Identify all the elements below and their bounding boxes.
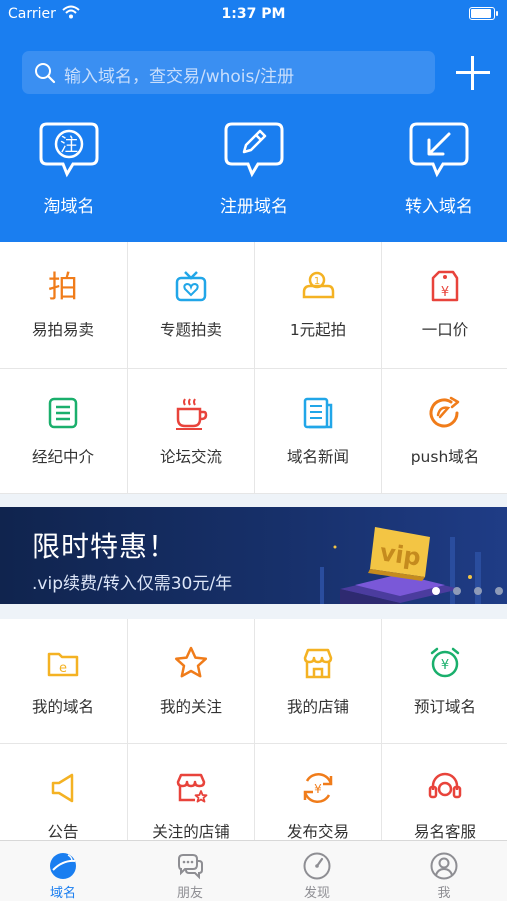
svg-text:注: 注 bbox=[60, 135, 78, 156]
followed-shops[interactable]: 关注的店铺 bbox=[128, 744, 254, 840]
my-item-label: 发布交易 bbox=[286, 823, 349, 840]
service-label: push域名 bbox=[410, 448, 480, 466]
my-item-label: 我的关注 bbox=[159, 698, 222, 716]
list-icon bbox=[48, 397, 78, 429]
banner-title: 限时特惠！ bbox=[32, 530, 178, 563]
svg-text:拍: 拍 bbox=[48, 270, 78, 304]
auction-icon: 拍 bbox=[48, 270, 78, 304]
push-icon bbox=[429, 396, 460, 428]
service-push[interactable]: push域名 bbox=[382, 369, 507, 493]
headset-icon bbox=[428, 772, 462, 799]
tab-label: 域名 bbox=[49, 886, 76, 901]
service-one-yuan[interactable]: 1 1元起拍 bbox=[255, 242, 381, 366]
status-bar: Carrier 1:37 PM bbox=[0, 0, 507, 28]
coffee-cup-icon bbox=[176, 398, 208, 430]
service-forum[interactable]: 论坛交流 bbox=[128, 369, 254, 493]
svg-text:¥: ¥ bbox=[314, 782, 322, 796]
my-domains[interactable]: e 我的域名 bbox=[0, 619, 126, 743]
service-label: 经纪中介 bbox=[31, 448, 94, 466]
search-input[interactable]: 输入域名，查交易/whois/注册 bbox=[22, 51, 435, 94]
heart-box-icon bbox=[175, 271, 207, 302]
banner-subtitle: .vip续费/转入仅需30元/年 bbox=[32, 574, 233, 594]
service-easy-auction[interactable]: 拍 易拍易卖 bbox=[0, 242, 126, 366]
customer-service[interactable]: 易名客服 bbox=[382, 744, 507, 840]
user-icon bbox=[430, 852, 458, 880]
folder-e-icon: e bbox=[47, 652, 79, 677]
tab-me[interactable]: 我 bbox=[381, 841, 507, 901]
clock: 1:37 PM bbox=[221, 6, 286, 22]
quick-action-tao[interactable]: 注 淘域名 bbox=[0, 120, 139, 217]
shop-star-icon bbox=[176, 773, 208, 803]
tab-domains[interactable]: 域名 bbox=[0, 841, 126, 901]
banner-pager-dot[interactable] bbox=[432, 587, 440, 595]
svg-text:1: 1 bbox=[314, 276, 320, 287]
reserve-domain[interactable]: ¥ 预订域名 bbox=[382, 619, 507, 743]
price-tag-icon: ¥ bbox=[431, 270, 459, 302]
add-button[interactable] bbox=[456, 56, 490, 90]
my-item-label: 关注的店铺 bbox=[152, 823, 230, 840]
search-placeholder: 输入域名，查交易/whois/注册 bbox=[64, 67, 295, 87]
tao-icon: 注 bbox=[39, 122, 99, 178]
banner-pager-dot[interactable] bbox=[474, 587, 482, 595]
service-label: 域名新闻 bbox=[286, 448, 349, 466]
quick-action-register[interactable]: 注册域名 bbox=[184, 120, 324, 217]
svg-text:vip: vip bbox=[378, 538, 423, 571]
service-topic-auction[interactable]: 专题拍卖 bbox=[128, 242, 254, 366]
tab-label: 朋友 bbox=[176, 886, 203, 901]
battery-icon bbox=[469, 7, 498, 20]
service-label: 易拍易卖 bbox=[31, 321, 94, 339]
quick-action-label: 注册域名 bbox=[220, 197, 288, 217]
service-label: 一口价 bbox=[421, 321, 469, 339]
compass-icon bbox=[303, 852, 331, 880]
banner-pager-dot[interactable] bbox=[495, 587, 503, 595]
my-follows[interactable]: 我的关注 bbox=[128, 619, 254, 743]
edit-icon bbox=[224, 122, 284, 178]
alarm-yen-icon: ¥ bbox=[430, 647, 460, 678]
my-items-grid: e 我的域名 我的关注 我的店铺 ¥ 预订域名 公告 关注的店铺 ¥ 发布交易 … bbox=[0, 619, 507, 840]
banner-pager-dot[interactable] bbox=[453, 587, 461, 595]
search-icon bbox=[35, 63, 56, 84]
tab-friends[interactable]: 朋友 bbox=[127, 841, 253, 901]
service-label: 专题拍卖 bbox=[159, 321, 222, 339]
my-item-label: 易名客服 bbox=[413, 823, 476, 840]
coin-icon: 1 bbox=[302, 271, 335, 299]
chat-bubbles-icon bbox=[178, 854, 203, 880]
quick-action-label: 淘域名 bbox=[43, 197, 95, 217]
svg-text:¥: ¥ bbox=[441, 658, 449, 673]
my-item-label: 预订域名 bbox=[413, 698, 476, 716]
service-label: 论坛交流 bbox=[159, 448, 222, 466]
service-fixed-price[interactable]: ¥ 一口价 bbox=[382, 242, 507, 366]
my-shop[interactable]: 我的店铺 bbox=[255, 619, 381, 743]
services-grid: 拍 易拍易卖 专题拍卖 1 1元起拍 ¥ 一口价 经纪中介 论坛交流 域名新闻 … bbox=[0, 242, 507, 494]
yen-cycle-icon: ¥ bbox=[303, 772, 333, 804]
svg-text:¥: ¥ bbox=[441, 285, 449, 300]
my-item-label: 我的店铺 bbox=[286, 698, 349, 716]
tab-bar: 域名 朋友 发现 我 bbox=[0, 840, 507, 901]
tab-label: 我 bbox=[437, 886, 451, 901]
service-broker[interactable]: 经纪中介 bbox=[0, 369, 126, 493]
tab-discover[interactable]: 发现 bbox=[254, 841, 380, 901]
my-item-label: 我的域名 bbox=[31, 698, 94, 716]
globe-icon bbox=[50, 853, 76, 879]
shop-icon bbox=[303, 648, 333, 679]
svg-text:e: e bbox=[59, 661, 67, 676]
news-icon bbox=[303, 397, 333, 429]
star-icon bbox=[174, 646, 208, 678]
service-label: 1元起拍 bbox=[289, 321, 347, 339]
tab-label: 发现 bbox=[303, 886, 330, 901]
quick-action-transfer[interactable]: 转入域名 bbox=[369, 120, 507, 217]
transfer-in-icon bbox=[409, 122, 469, 178]
my-item-label: 公告 bbox=[47, 823, 79, 840]
publish-trade[interactable]: ¥ 发布交易 bbox=[255, 744, 381, 840]
megaphone-icon bbox=[51, 773, 74, 803]
header: Carrier 1:37 PM 输入域名，查交易/whois/注册 注 淘域名 bbox=[0, 0, 507, 242]
service-news[interactable]: 域名新闻 bbox=[255, 369, 381, 493]
announcements[interactable]: 公告 bbox=[0, 744, 126, 840]
quick-action-label: 转入域名 bbox=[405, 197, 473, 217]
promo-banner[interactable]: 限时特惠！ .vip续费/转入仅需30元/年 vip bbox=[0, 507, 507, 604]
